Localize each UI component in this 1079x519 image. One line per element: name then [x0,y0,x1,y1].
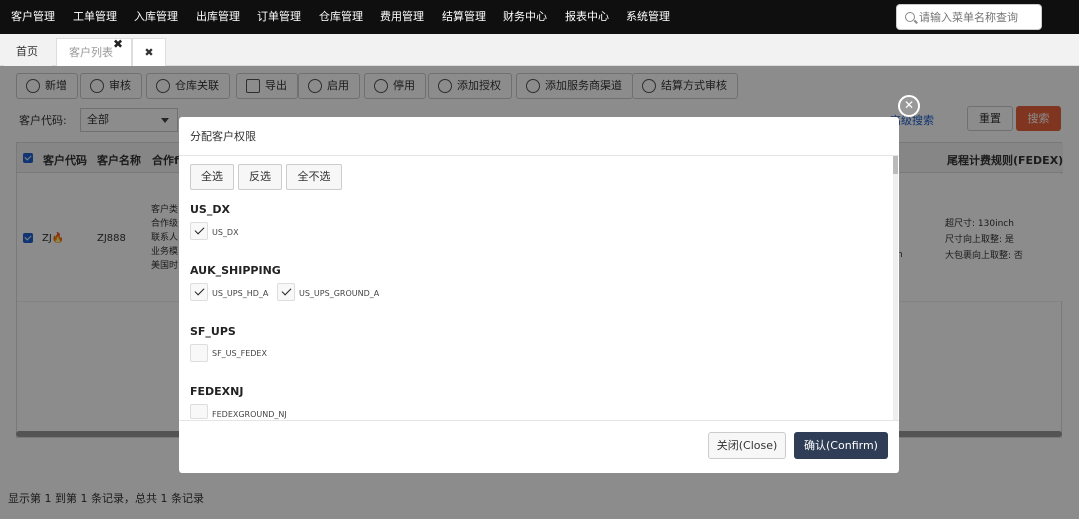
modal-footer-divider [179,420,899,421]
checkbox-us-ups-hd-a[interactable] [190,283,208,301]
modal-divider [179,155,899,156]
menu-search-input[interactable] [919,9,1037,26]
nav-inbound-management[interactable]: 入库管理 [134,0,178,34]
checkbox-label-sf-us-fedex: SF_US_FEDEX [212,349,267,358]
nav-report-center[interactable]: 报表中心 [565,0,609,34]
nav-settlement-management[interactable]: 结算管理 [442,0,486,34]
modal-title: 分配客户权限 [190,130,256,143]
checkbox-us-dx[interactable] [190,222,208,240]
nav-ticket-management[interactable]: 工单管理 [73,0,117,34]
top-navigation: 客户管理 工单管理 入库管理 出库管理 订单管理 仓库管理 费用管理 结算管理 … [0,0,1079,34]
checkbox-label-us-ups-hd-a: US_UPS_HD_A [212,289,269,298]
invert-selection-button[interactable]: 反选 [238,164,282,190]
checkbox-label-fedexground-nj: FEDEXGROUND_NJ [212,410,287,419]
search-icon [905,12,915,22]
checkbox-label-us-ups-ground-a: US_UPS_GROUND_A [299,289,380,298]
nav-warehouse-management[interactable]: 仓库管理 [319,0,363,34]
checkbox-fedexground-nj[interactable] [190,404,208,419]
tab-home[interactable]: 首页 [4,38,52,66]
modal-close-icon[interactable]: ✕ [898,95,920,117]
nav-finance-center[interactable]: 财务中心 [503,0,547,34]
tab-close-icon[interactable]: ✖ [113,37,123,51]
nav-system-management[interactable]: 系统管理 [626,0,670,34]
confirm-button[interactable]: 确认(Confirm) [794,432,888,459]
nav-fee-management[interactable]: 费用管理 [380,0,424,34]
checkbox-label-us-dx: US_DX [212,228,239,237]
group-title-sf-ups: SF_UPS [190,325,236,338]
group-title-fedexnj: FEDEXNJ [190,385,244,398]
nav-outbound-management[interactable]: 出库管理 [196,0,240,34]
group-title-auk-shipping: AUK_SHIPPING [190,264,281,277]
close-button[interactable]: 关闭(Close) [708,432,786,459]
select-all-button[interactable]: 全选 [190,164,234,190]
nav-order-management[interactable]: 订单管理 [257,0,301,34]
checkbox-us-ups-ground-a[interactable] [277,283,295,301]
nav-customer-management[interactable]: 客户管理 [11,0,55,34]
modal-scrollbar[interactable] [893,156,898,420]
tab-bar: 首页 客户列表 ✖ ✖ [0,34,1079,66]
group-title-us-dx: US_DX [190,203,230,216]
close-all-tabs-icon[interactable]: ✖ [132,38,166,66]
select-none-button[interactable]: 全不选 [286,164,342,190]
menu-search-box[interactable] [896,4,1042,30]
checkbox-sf-us-fedex[interactable] [190,344,208,362]
modal-scrollbar-thumb[interactable] [893,156,898,174]
